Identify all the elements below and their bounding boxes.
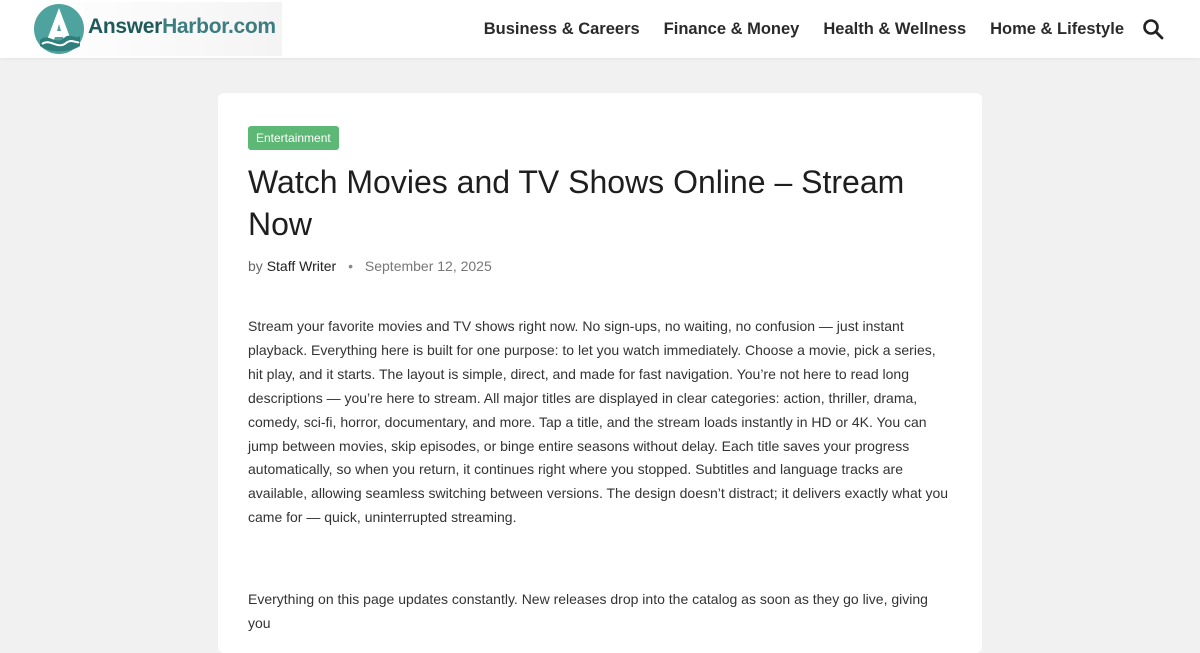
logo-text: AnswerHarbor.com [88, 15, 276, 39]
article-meta: by Staff Writer • September 12, 2025 [248, 258, 492, 274]
main-nav: Business & Careers Finance & Money Healt… [460, 0, 1124, 58]
search-icon[interactable] [1142, 18, 1164, 40]
meta-separator: • [348, 258, 353, 274]
nav-finance-money[interactable]: Finance & Money [664, 20, 800, 39]
logo-mark-icon [34, 4, 84, 54]
nav-health-wellness[interactable]: Health & Wellness [823, 20, 966, 39]
by-label: by [248, 258, 263, 274]
site-header: AnswerHarbor.com Business & Careers Fina… [0, 0, 1200, 58]
article-title: Watch Movies and TV Shows Online – Strea… [248, 164, 905, 242]
article-paragraph: Stream your favorite movies and TV shows… [248, 318, 949, 526]
site-logo[interactable]: AnswerHarbor.com [32, 2, 282, 56]
nav-business-careers[interactable]: Business & Careers [484, 20, 640, 39]
category-badge[interactable]: Entertainment [248, 126, 339, 150]
publish-date: September 12, 2025 [364, 258, 492, 274]
logo-text-primary: Answer [88, 15, 163, 38]
nav-home-lifestyle[interactable]: Home & Lifestyle [990, 20, 1124, 39]
article-card: Entertainment Watch Movies and TV Shows … [218, 93, 982, 653]
author-link[interactable]: Staff Writer [267, 258, 337, 274]
logo-text-secondary: Harbor.com [162, 15, 276, 38]
article-paragraph: Everything on this page updates constant… [248, 591, 928, 631]
